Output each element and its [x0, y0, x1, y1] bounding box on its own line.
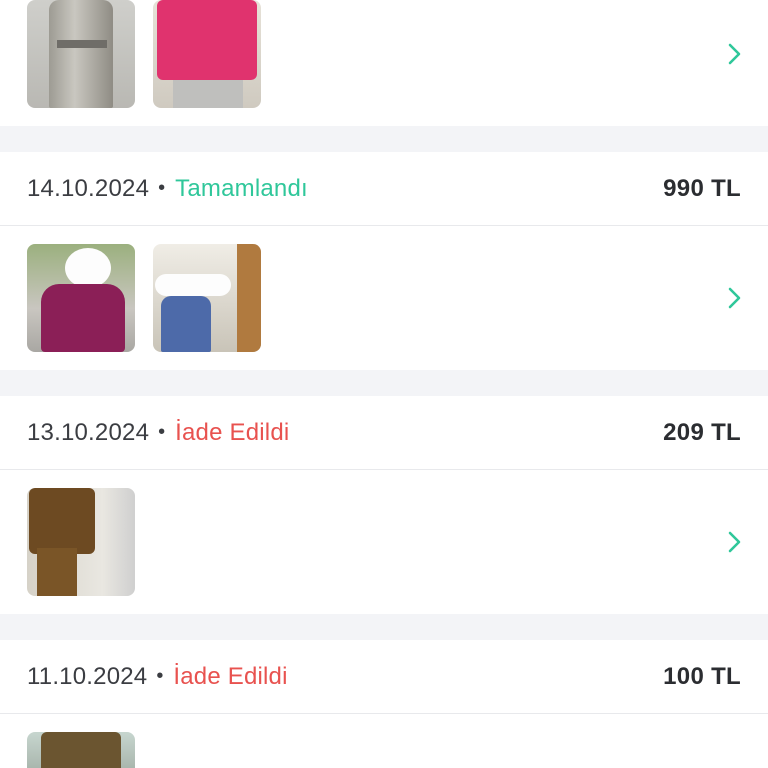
separator-dot: •: [158, 177, 166, 199]
order-status: Tamamlandı: [175, 174, 308, 202]
product-thumbnail: [153, 244, 261, 352]
order-status: İade Edildi: [173, 662, 288, 690]
order-items-row[interactable]: [0, 470, 768, 614]
product-thumbnail: [27, 0, 135, 108]
product-thumbnail: [153, 0, 261, 108]
separator-dot: •: [156, 665, 164, 687]
order-date: 14.10.2024: [27, 174, 150, 202]
order-date: 13.10.2024: [27, 418, 150, 446]
chevron-right-icon[interactable]: [722, 42, 746, 66]
order-price: 209 TL: [663, 418, 741, 446]
product-thumbnail: [27, 244, 135, 352]
order-price: 100 TL: [663, 662, 741, 690]
order-status: İade Edildi: [175, 418, 290, 446]
order-items-row[interactable]: [0, 226, 768, 370]
order-items-row[interactable]: [0, 714, 768, 768]
order-items-row[interactable]: [0, 0, 768, 126]
product-thumbnail: [27, 732, 135, 768]
order-header: 14.10.2024 • Tamamlandı 990 TL: [0, 152, 768, 226]
separator-dot: •: [158, 421, 166, 443]
chevron-right-icon[interactable]: [722, 286, 746, 310]
order-header: 11.10.2024 • İade Edildi 100 TL: [0, 640, 768, 714]
product-thumbnail: [27, 488, 135, 596]
order-date: 11.10.2024: [27, 662, 148, 690]
order-header: 13.10.2024 • İade Edildi 209 TL: [0, 396, 768, 470]
chevron-right-icon[interactable]: [722, 530, 746, 554]
order-price: 990 TL: [663, 174, 741, 202]
